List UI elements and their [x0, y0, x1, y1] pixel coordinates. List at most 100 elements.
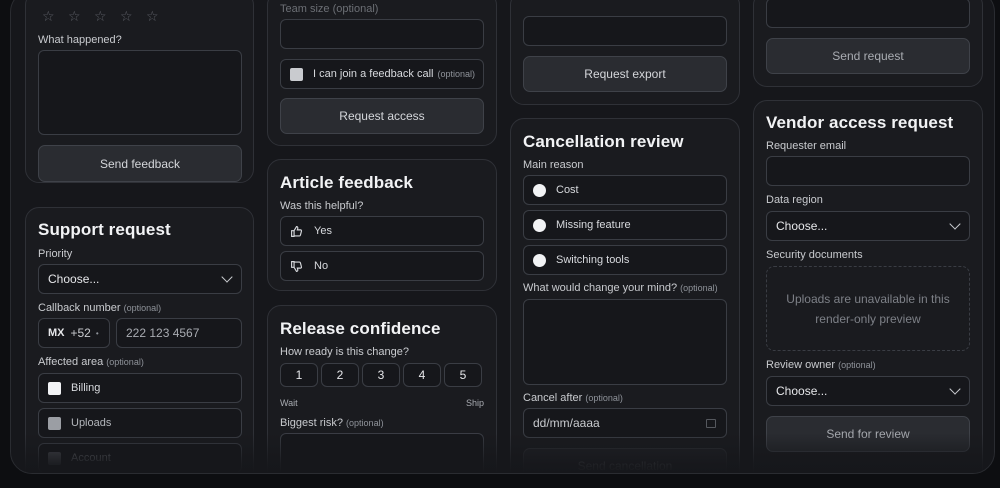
scale-option-3[interactable]: 3 [362, 363, 400, 387]
what-happened-textarea[interactable] [38, 50, 242, 135]
support-request-card: Support request Priority Choose... Callb… [25, 207, 254, 473]
cancel-after-date-input[interactable]: dd/mm/aaaa [523, 408, 727, 438]
radio-icon [533, 218, 546, 232]
cancellation-review-title: Cancellation review [523, 132, 684, 151]
star-icon[interactable]: ☆ [146, 8, 159, 25]
scale-high-label: Ship [465, 398, 484, 408]
yes-option[interactable]: Yes [280, 216, 484, 246]
priority-value: Choose... [48, 272, 100, 286]
area-label: Account [71, 452, 111, 464]
scale-option-4[interactable]: 4 [403, 363, 441, 387]
scale-option-5[interactable]: 5 [444, 363, 482, 387]
checkbox-icon [48, 381, 61, 395]
export-card: Request export [510, 0, 740, 105]
optional-tag: (optional) [106, 357, 144, 367]
star-rating: ☆ ☆ ☆ ☆ ☆ [42, 4, 182, 26]
biggest-risk-label: Biggest risk? (optional) [280, 417, 384, 429]
area-option-account[interactable]: Account [38, 443, 242, 473]
send-cancellation-button[interactable]: Send cancellation [523, 448, 727, 473]
optional-tag: (optional) [123, 303, 162, 313]
checkbox-icon [48, 451, 61, 465]
checkbox-icon [290, 67, 303, 81]
chevron-down-icon [949, 218, 961, 230]
chevron-down-icon [949, 383, 961, 395]
scale-low-label: Wait [280, 398, 298, 408]
calendar-icon[interactable] [706, 419, 716, 428]
security-documents-label: Security documents [766, 249, 863, 261]
request-export-button[interactable]: Request export [523, 56, 727, 92]
star-icon[interactable]: ☆ [94, 8, 107, 25]
area-label: Uploads [71, 417, 112, 429]
feedback-call-checkbox[interactable]: I can join a feedback call (optional) [280, 59, 484, 89]
callback-number-text: Callback number [38, 302, 121, 314]
requester-email-input[interactable] [766, 156, 970, 186]
access-request-card: Team size (optional) I can join a feedba… [267, 0, 497, 146]
no-option[interactable]: No [280, 251, 484, 281]
optional-tag: (optional) [838, 360, 876, 370]
send-for-review-button[interactable]: Send for review [766, 416, 970, 452]
chevron-down-icon [221, 271, 233, 283]
app-frame: ☆ ☆ ☆ ☆ ☆ What happened? Send feedback S… [10, 0, 995, 474]
area-label: Billing [71, 382, 101, 394]
radio-icon [533, 253, 546, 267]
optional-tag: (optional) [437, 69, 475, 79]
country-code-select[interactable]: MX +52 • [38, 318, 110, 348]
thumbs-up-icon [290, 225, 304, 238]
team-size-input[interactable] [280, 19, 484, 49]
dropzone-note: Uploads are unavailable in this render-o… [786, 291, 950, 326]
yes-label: Yes [314, 225, 332, 237]
caret-icon: • [95, 328, 99, 338]
data-region-label: Data region [766, 194, 823, 206]
checkbox-icon [48, 416, 61, 430]
star-icon[interactable]: ☆ [68, 8, 81, 25]
data-region-value: Choose... [776, 219, 828, 233]
reason-option-switching-tools[interactable]: Switching tools [523, 245, 727, 275]
reason-option-cost[interactable]: Cost [523, 175, 727, 205]
radio-icon [533, 183, 546, 197]
reason-label: Switching tools [556, 254, 630, 266]
cancel-after-label: Cancel after (optional) [523, 392, 623, 404]
optional-tag: (optional) [680, 283, 718, 293]
readiness-scale: 1 2 3 4 5 [280, 363, 484, 387]
star-icon[interactable]: ☆ [120, 8, 133, 25]
change-mind-label: What would change your mind? (optional) [523, 282, 718, 294]
send-request-button[interactable]: Send request [766, 38, 970, 74]
area-option-uploads[interactable]: Uploads [38, 408, 242, 438]
review-owner-value: Choose... [776, 384, 828, 398]
export-field[interactable] [523, 16, 727, 46]
article-feedback-title: Article feedback [280, 173, 413, 192]
feedback-card: ☆ ☆ ☆ ☆ ☆ What happened? Send feedback [25, 0, 254, 183]
request-field[interactable] [766, 0, 970, 28]
affected-area-label: Affected area (optional) [38, 356, 144, 368]
request-access-button[interactable]: Request access [280, 98, 484, 134]
readiness-question: How ready is this change? [280, 346, 410, 358]
cancellation-review-card: Cancellation review Main reason Cost Mis… [510, 118, 740, 473]
checkbox-label: I can join a feedback call [313, 68, 434, 80]
area-option-billing[interactable]: Billing [38, 373, 242, 403]
optional-tag: (optional) [585, 393, 623, 403]
scale-option-1[interactable]: 1 [280, 363, 318, 387]
main-reason-label: Main reason [523, 159, 584, 171]
data-region-select[interactable]: Choose... [766, 211, 970, 241]
cancel-after-text: Cancel after [523, 392, 583, 404]
security-documents-dropzone: Uploads are unavailable in this render-o… [766, 266, 970, 351]
review-owner-select[interactable]: Choose... [766, 376, 970, 406]
support-request-title: Support request [38, 220, 171, 239]
biggest-risk-textarea[interactable] [280, 433, 484, 473]
star-icon[interactable]: ☆ [42, 8, 55, 25]
country-code: MX [48, 327, 65, 339]
reason-option-missing-feature[interactable]: Missing feature [523, 210, 727, 240]
priority-select[interactable]: Choose... [38, 264, 242, 294]
change-mind-text: What would change your mind? [523, 282, 678, 294]
what-happened-label: What happened? [38, 34, 122, 46]
vendor-access-card: Vendor access request Requester email Da… [753, 100, 983, 473]
phone-placeholder: 222 123 4567 [126, 326, 200, 340]
change-mind-textarea[interactable] [523, 299, 727, 385]
helpful-question: Was this helpful? [280, 200, 364, 212]
send-feedback-button[interactable]: Send feedback [38, 145, 242, 182]
date-placeholder: dd/mm/aaaa [533, 416, 600, 430]
review-owner-text: Review owner [766, 359, 836, 371]
affected-area-text: Affected area [38, 356, 104, 368]
phone-input[interactable]: 222 123 4567 [116, 318, 242, 348]
scale-option-2[interactable]: 2 [321, 363, 359, 387]
